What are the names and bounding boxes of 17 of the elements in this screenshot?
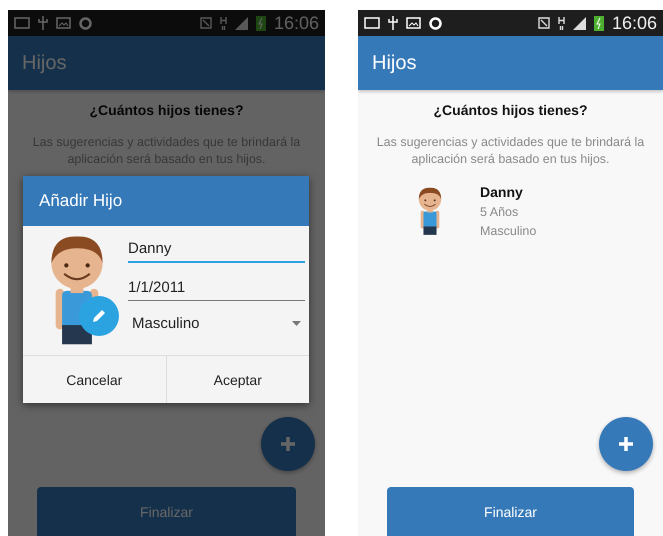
child-gender: Masculino <box>480 224 536 238</box>
app-bar-title: Hijos <box>22 52 66 74</box>
birthdate-input-field[interactable]: 1/1/2011 <box>128 275 305 301</box>
child-name: Danny <box>480 184 524 200</box>
question-heading: ¿Cuántos hijos tienes? <box>432 102 588 118</box>
description-text: Las sugerencias y actividades que te brindará la aplicación será basado en tus hijos. <box>376 134 646 168</box>
child-age: 5 Años <box>480 205 520 219</box>
name-input-field[interactable]: Danny <box>128 236 305 263</box>
cancel-button[interactable]: Cancelar <box>23 356 166 403</box>
clock-time: 16:06 <box>612 12 657 34</box>
accept-button[interactable]: Aceptar <box>166 356 309 403</box>
gender-dropdown[interactable]: Masculino <box>128 311 305 336</box>
clock-time: 16:06 <box>274 12 319 34</box>
app-bar-title: Hijos <box>372 52 416 74</box>
finish-button[interactable]: Finalizar <box>387 487 634 536</box>
question-heading: ¿Cuántos hijos tienes? <box>88 102 244 118</box>
dialog-title: Añadir Hijo <box>39 191 122 211</box>
